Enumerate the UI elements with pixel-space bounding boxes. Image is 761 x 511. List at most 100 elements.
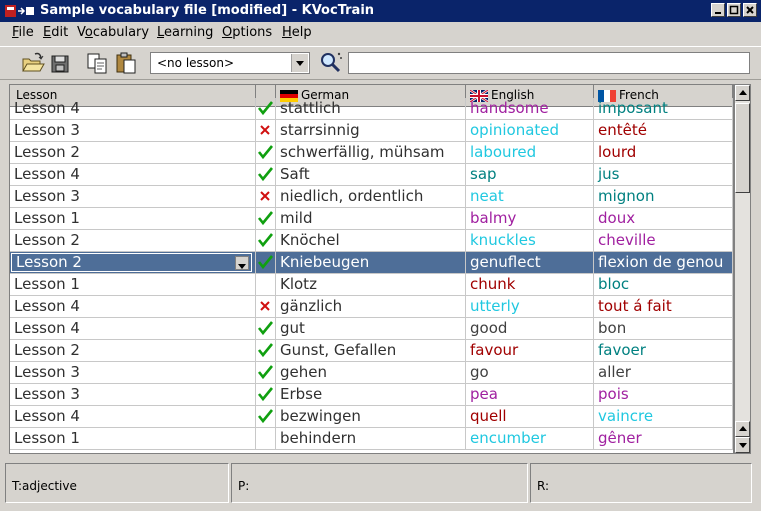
cell-french[interactable]: pois bbox=[594, 384, 733, 406]
maximize-button[interactable] bbox=[727, 3, 741, 17]
cell-mark[interactable] bbox=[256, 230, 276, 252]
cell-lesson[interactable]: Lesson 1 bbox=[10, 274, 256, 296]
lesson-cell-editor[interactable]: Lesson 2 bbox=[11, 253, 252, 272]
cell-lesson[interactable]: Lesson 4 bbox=[10, 98, 256, 120]
cell-german[interactable]: schwerfällig, mühsam bbox=[276, 142, 466, 164]
cell-french[interactable]: imposant bbox=[594, 98, 733, 120]
table-row[interactable]: Lesson 2 Knöchel knuckles cheville bbox=[10, 230, 733, 252]
cell-mark[interactable] bbox=[256, 208, 276, 230]
cell-german[interactable]: starrsinnig bbox=[276, 120, 466, 142]
cell-mark[interactable] bbox=[256, 164, 276, 186]
cell-french[interactable]: mignon bbox=[594, 186, 733, 208]
cell-french[interactable]: gêner bbox=[594, 428, 733, 450]
menu-edit[interactable]: Edit bbox=[43, 25, 68, 41]
cell-mark[interactable] bbox=[256, 186, 276, 208]
table-row[interactable]: Lesson 2 schwerfällig, mühsam laboured lour… bbox=[10, 142, 733, 164]
cell-english[interactable]: chunk bbox=[466, 274, 594, 296]
cell-german[interactable]: bezwingen bbox=[276, 406, 466, 428]
cell-german[interactable]: gänzlich bbox=[276, 296, 466, 318]
table-row[interactable]: Lesson 4 gänzlich utterly tout á fait bbox=[10, 296, 733, 318]
cell-german[interactable]: Gunst, Gefallen bbox=[276, 340, 466, 362]
cell-lesson[interactable]: Lesson 3 bbox=[10, 362, 256, 384]
cell-mark[interactable] bbox=[256, 340, 276, 362]
cell-lesson[interactable]: Lesson 2 bbox=[10, 340, 256, 362]
table-row[interactable]: Lesson 3 niedlich, ordentlich neat mignon bbox=[10, 186, 733, 208]
cell-english[interactable]: go bbox=[466, 362, 594, 384]
cell-english[interactable]: knuckles bbox=[466, 230, 594, 252]
cell-lesson[interactable]: Lesson 2 bbox=[10, 230, 256, 252]
cell-english[interactable]: neat bbox=[466, 186, 594, 208]
cell-french[interactable]: vaincre bbox=[594, 406, 733, 428]
menu-vocabulary[interactable]: Vocabulary bbox=[77, 25, 149, 41]
cell-german[interactable]: behindern bbox=[276, 428, 466, 450]
cell-french[interactable]: lourd bbox=[594, 142, 733, 164]
scroll-down-button[interactable] bbox=[735, 437, 750, 453]
cell-german[interactable]: Klotz bbox=[276, 274, 466, 296]
cell-lesson[interactable]: Lesson 4 bbox=[10, 296, 256, 318]
table-row[interactable]: Lesson 2 Gunst, Gefallen favour favoer bbox=[10, 340, 733, 362]
open-button[interactable] bbox=[20, 51, 46, 75]
cell-english[interactable]: opinionated bbox=[466, 120, 594, 142]
cell-french[interactable]: doux bbox=[594, 208, 733, 230]
cell-lesson[interactable]: Lesson 3 bbox=[10, 120, 256, 142]
lesson-select-arrow[interactable] bbox=[291, 54, 308, 72]
cell-lesson[interactable]: Lesson 2 bbox=[10, 142, 256, 164]
cell-german[interactable]: niedlich, ordentlich bbox=[276, 186, 466, 208]
table-row[interactable]: Lesson 1 behindern encumber gêner bbox=[10, 428, 733, 450]
copy-button[interactable] bbox=[85, 51, 111, 75]
table-row[interactable]: Lesson 2 Kniebeugen genuflect flexion de ge… bbox=[10, 252, 733, 274]
close-button[interactable] bbox=[743, 3, 757, 17]
cell-mark[interactable] bbox=[256, 406, 276, 428]
cell-german[interactable]: mild bbox=[276, 208, 466, 230]
cell-english[interactable]: balmy bbox=[466, 208, 594, 230]
table-row[interactable]: Lesson 1 Klotz chunk bloc bbox=[10, 274, 733, 296]
cell-english[interactable]: encumber bbox=[466, 428, 594, 450]
cell-lesson[interactable]: Lesson 4 bbox=[10, 164, 256, 186]
cell-lesson[interactable]: Lesson 2 bbox=[10, 252, 256, 274]
save-button[interactable] bbox=[48, 51, 74, 75]
cell-mark[interactable] bbox=[256, 120, 276, 142]
cell-english[interactable]: handsome bbox=[466, 98, 594, 120]
cell-french[interactable]: jus bbox=[594, 164, 733, 186]
cell-mark[interactable] bbox=[256, 362, 276, 384]
cell-mark[interactable] bbox=[256, 428, 276, 450]
cell-mark[interactable] bbox=[256, 142, 276, 164]
cell-mark[interactable] bbox=[256, 384, 276, 406]
table-row[interactable]: Lesson 4 stattlich handsome imposant bbox=[10, 98, 733, 120]
cell-lesson[interactable]: Lesson 1 bbox=[10, 208, 256, 230]
cell-mark[interactable] bbox=[256, 252, 276, 274]
cell-german[interactable]: stattlich bbox=[276, 98, 466, 120]
cell-english[interactable]: utterly bbox=[466, 296, 594, 318]
cell-english[interactable]: favour bbox=[466, 340, 594, 362]
cell-french[interactable]: bon bbox=[594, 318, 733, 340]
cell-mark[interactable] bbox=[256, 274, 276, 296]
cell-lesson[interactable]: Lesson 3 bbox=[10, 186, 256, 208]
menu-help[interactable]: Help bbox=[282, 25, 312, 41]
cell-english[interactable]: laboured bbox=[466, 142, 594, 164]
cell-german[interactable]: Erbse bbox=[276, 384, 466, 406]
menu-learning[interactable]: Learning bbox=[157, 25, 213, 41]
cell-german[interactable]: gehen bbox=[276, 362, 466, 384]
cell-french[interactable]: entêté bbox=[594, 120, 733, 142]
menu-options[interactable]: Options bbox=[222, 25, 272, 41]
cell-french[interactable]: bloc bbox=[594, 274, 733, 296]
minimize-button[interactable] bbox=[711, 3, 725, 17]
cell-lesson[interactable]: Lesson 4 bbox=[10, 318, 256, 340]
cell-english[interactable]: genuflect bbox=[466, 252, 594, 274]
search-input[interactable] bbox=[348, 52, 750, 74]
cell-english[interactable]: quell bbox=[466, 406, 594, 428]
cell-english[interactable]: sap bbox=[466, 164, 594, 186]
cell-french[interactable]: tout á fait bbox=[594, 296, 733, 318]
cell-english[interactable]: pea bbox=[466, 384, 594, 406]
lesson-dropdown-button[interactable] bbox=[235, 256, 249, 270]
table-row[interactable]: Lesson 4 Saft sap jus bbox=[10, 164, 733, 186]
cell-french[interactable]: aller bbox=[594, 362, 733, 384]
cell-mark[interactable] bbox=[256, 318, 276, 340]
table-row[interactable]: Lesson 3 Erbse pea pois bbox=[10, 384, 733, 406]
vertical-scrollbar[interactable] bbox=[734, 84, 751, 454]
table-row[interactable]: Lesson 4 gut good bon bbox=[10, 318, 733, 340]
cell-mark[interactable] bbox=[256, 296, 276, 318]
lesson-select[interactable]: <no lesson> bbox=[150, 52, 310, 74]
scroll-up-button[interactable] bbox=[735, 85, 750, 101]
cell-english[interactable]: good bbox=[466, 318, 594, 340]
